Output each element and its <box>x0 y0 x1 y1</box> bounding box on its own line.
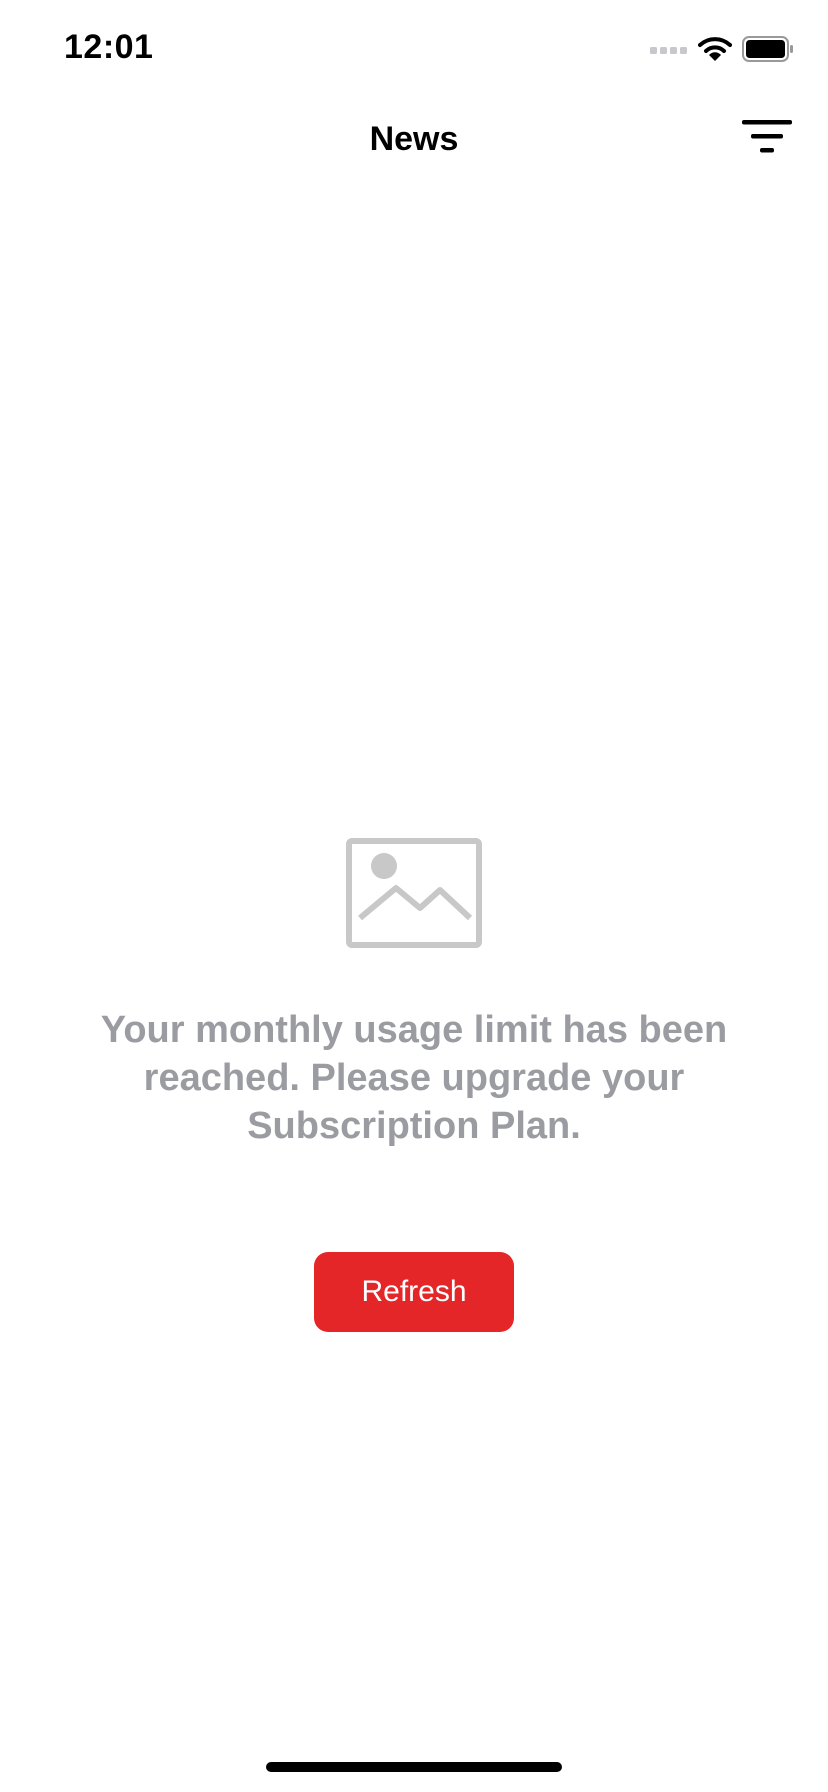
usage-limit-message: Your monthly usage limit has been reache… <box>100 1009 728 1147</box>
nav-bar: News <box>0 100 828 180</box>
cellular-signal-icon <box>650 43 688 61</box>
battery-icon <box>742 36 794 67</box>
filter-button[interactable] <box>740 118 794 162</box>
wifi-icon <box>698 36 732 67</box>
image-placeholder-icon <box>346 838 482 948</box>
status-bar: 12:01 <box>0 0 828 100</box>
home-indicator <box>266 1762 562 1772</box>
status-icons <box>650 36 794 67</box>
refresh-button[interactable]: Refresh <box>314 1252 514 1332</box>
page-title: News <box>369 120 459 158</box>
status-time: 12:01 <box>64 28 154 66</box>
filter-icon <box>742 119 792 161</box>
